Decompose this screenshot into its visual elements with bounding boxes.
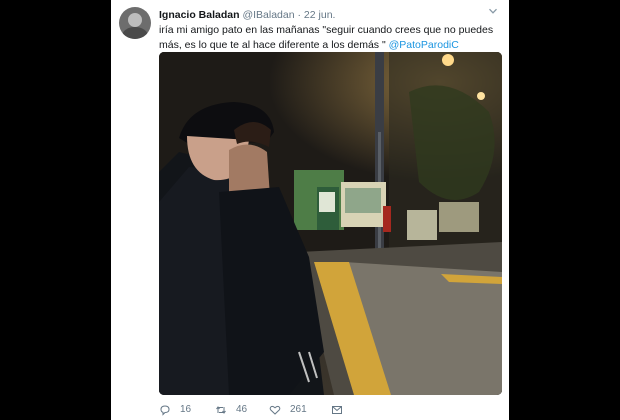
- separator: ·: [297, 9, 302, 21]
- tweet-header: Ignacio Baladan @IBaladan · 22 jun.: [159, 8, 489, 22]
- author-handle[interactable]: @IBaladan: [242, 9, 294, 21]
- avatar[interactable]: [119, 7, 151, 39]
- tweet-photo[interactable]: [159, 52, 502, 395]
- tweet-text-line-2-body: más, es lo que te al hace diferente a lo…: [159, 39, 386, 51]
- tweet-actions: 16 46 261: [159, 400, 499, 420]
- retweet-count: 46: [236, 404, 248, 415]
- reply-count: 16: [180, 404, 192, 415]
- tweet-text-line-2: más, es lo que te al hace diferente a lo…: [159, 38, 501, 53]
- tweet-text: iría mi amigo pato en las mañanas "segui…: [159, 23, 501, 53]
- retweet-icon: [216, 406, 226, 414]
- tweet-date[interactable]: 22 jun.: [304, 9, 336, 21]
- tweet-card: Ignacio Baladan @IBaladan · 22 jun. iría…: [111, 0, 509, 420]
- retweet-button[interactable]: 46: [215, 403, 247, 417]
- reply-button[interactable]: 16: [159, 403, 191, 417]
- reply-icon: [160, 405, 170, 416]
- tweet-text-line-1: iría mi amigo pato en las mañanas "segui…: [159, 24, 494, 36]
- like-count: 261: [290, 404, 307, 415]
- heart-icon: [269, 405, 281, 415]
- message-button[interactable]: [331, 403, 343, 417]
- author-name[interactable]: Ignacio Baladan: [159, 9, 240, 21]
- like-button[interactable]: 261: [269, 403, 307, 417]
- mention-link[interactable]: @PatoParodiC: [389, 39, 459, 51]
- message-icon: [332, 406, 342, 414]
- chevron-down-icon[interactable]: [487, 6, 499, 18]
